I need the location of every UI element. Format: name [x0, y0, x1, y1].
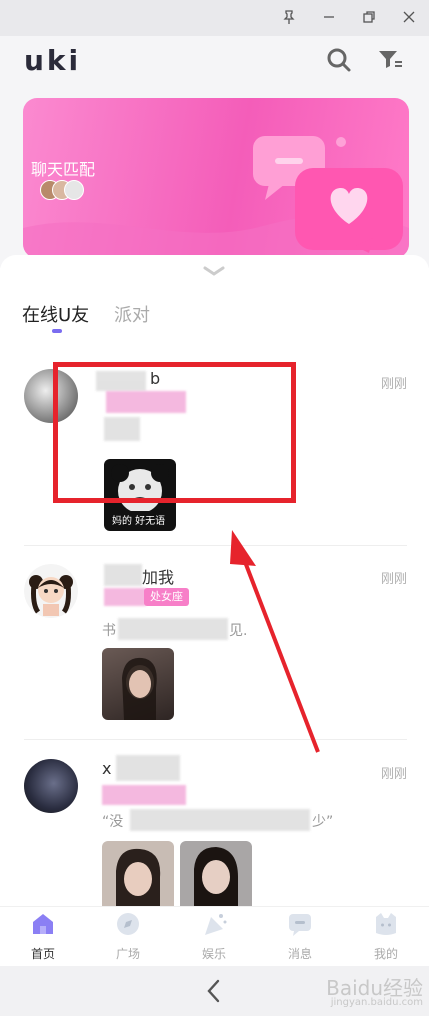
avatar[interactable]: [24, 759, 78, 813]
divider: [24, 739, 407, 740]
chat-match-banner[interactable]: 聊天匹配: [23, 98, 409, 258]
post-item[interactable]: x “没 少” 刚刚: [0, 755, 429, 906]
annotation-arrow: [230, 530, 320, 753]
party-icon: [205, 914, 227, 935]
watermark-sub: jingyan.baidu.com: [330, 997, 423, 1008]
tab-online-friends[interactable]: 在线U友: [22, 301, 89, 327]
post-time: 刚刚: [380, 377, 407, 392]
blurred-text: [118, 618, 228, 640]
back-icon[interactable]: [203, 978, 225, 1004]
minimize-icon[interactable]: [317, 6, 341, 28]
banner-title: 聊天匹配: [31, 160, 96, 179]
sticker-caption: 妈的 好无语: [108, 511, 170, 528]
post-time: 刚刚: [380, 572, 407, 587]
post-author-name: 加我: [142, 568, 175, 587]
zodiac-tag: 处女座: [144, 588, 189, 606]
close-icon[interactable]: [397, 6, 421, 28]
tab-party[interactable]: 派对: [114, 301, 150, 327]
post-author-name: x: [102, 759, 112, 778]
chevron-down-icon[interactable]: [203, 265, 225, 277]
window-titlebar: [0, 0, 429, 36]
message-icon: [289, 914, 311, 936]
pin-icon[interactable]: [277, 6, 301, 28]
blurred-name: [116, 755, 180, 781]
post-item[interactable]: 加我 处女座 书 见. 刚刚: [0, 560, 429, 740]
avatar[interactable]: [24, 564, 78, 618]
search-icon[interactable]: [325, 46, 353, 74]
nav-label: 首页: [30, 947, 55, 961]
post-text-start: 书: [102, 623, 116, 639]
blurred-name: [104, 564, 142, 586]
app-header: uki: [0, 36, 429, 88]
divider: [24, 545, 407, 546]
post-photo[interactable]: [102, 841, 174, 906]
nav-label: 我的: [373, 947, 398, 961]
nav-profile[interactable]: 我的: [356, 911, 416, 967]
bottom-navigation: 首页 广场 娱乐 消息 我的: [0, 906, 429, 966]
content-sheet: 在线U友 派对 b 刚刚 妈的 好无语 加我 处女座 书 见. 刚刚 x “没 …: [0, 255, 429, 906]
avatar: [64, 180, 84, 200]
blurred-tag: [104, 588, 146, 606]
nav-label: 广场: [115, 947, 140, 961]
restore-icon[interactable]: [357, 6, 381, 28]
post-text-end: 少”: [312, 814, 334, 830]
profile-icon: [376, 913, 396, 935]
annotation-highlight-box: [53, 362, 296, 503]
post-time: 刚刚: [380, 767, 407, 782]
filter-icon[interactable]: [376, 46, 404, 74]
banner-avatars: [40, 180, 90, 200]
nav-label: 消息: [287, 947, 312, 961]
compass-icon: [117, 913, 139, 935]
nav-home[interactable]: 首页: [13, 911, 73, 967]
blurred-tag: [102, 785, 186, 805]
app-logo: uki: [24, 44, 82, 77]
nav-label: 娱乐: [201, 947, 226, 961]
watermark: Baidu经验 jingyan.baidu.com: [326, 972, 423, 1008]
blurred-text: [130, 809, 310, 831]
active-tab-indicator: [52, 329, 62, 333]
system-navigation-bar: Baidu经验 jingyan.baidu.com: [0, 966, 429, 1016]
nav-square[interactable]: 广场: [98, 911, 158, 967]
home-icon: [33, 914, 53, 934]
post-photo[interactable]: [180, 841, 252, 906]
post-photo[interactable]: [102, 648, 174, 720]
chat-heart-icon: [253, 136, 403, 253]
post-text-start: “没: [102, 814, 124, 830]
nav-entertainment[interactable]: 娱乐: [184, 911, 244, 967]
nav-messages[interactable]: 消息: [270, 911, 330, 967]
